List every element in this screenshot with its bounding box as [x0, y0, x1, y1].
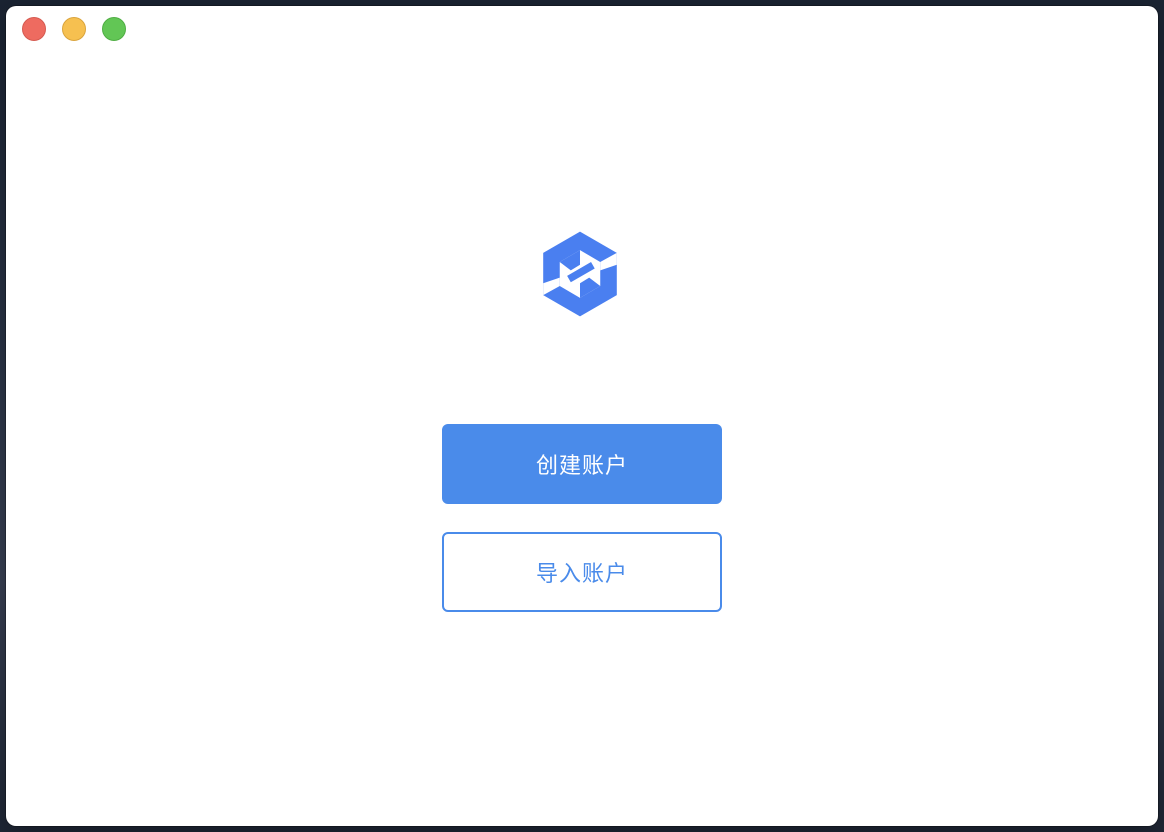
minimize-window-button[interactable]	[62, 17, 86, 41]
create-account-label: 创建账户	[535, 454, 628, 479]
import-account-label: 导入账户	[535, 562, 628, 587]
window-controls	[22, 17, 126, 41]
import-account-button[interactable]: 导入账户	[442, 532, 722, 612]
create-account-button[interactable]: 创建账户	[442, 424, 722, 504]
close-window-button[interactable]	[22, 17, 46, 41]
app-window: 创建账户 导入账户	[6, 6, 1158, 826]
maximize-window-button[interactable]	[102, 17, 126, 41]
hexagon-s-logo-icon	[543, 231, 617, 317]
